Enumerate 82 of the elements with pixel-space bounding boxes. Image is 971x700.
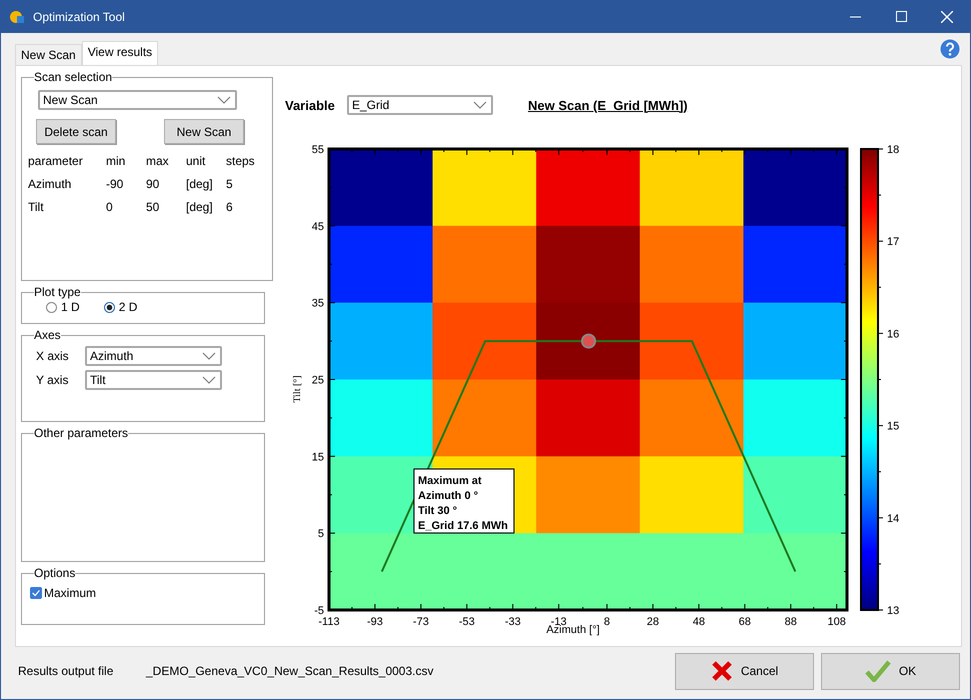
variable-label: Variable bbox=[285, 98, 336, 112]
radio-label: 1 D bbox=[61, 300, 80, 314]
scan-button[interactable]: Delete scan bbox=[36, 119, 116, 144]
output-file-name: _DEMO_Geneva_VC0_New_Scan_Results_0003.csv bbox=[146, 664, 434, 678]
x-axis-title: Azimuth [°] bbox=[546, 624, 600, 636]
colorbar-tick-label: 13 bbox=[887, 605, 900, 617]
y-tick-label: 45 bbox=[312, 220, 324, 233]
axis-dropdown[interactable]: Azimuth bbox=[85, 346, 222, 366]
y-tick-label: 25 bbox=[312, 374, 324, 386]
axis-dropdown[interactable]: Tilt bbox=[85, 370, 222, 390]
table-cell-text: [deg] bbox=[186, 177, 214, 191]
help-icon[interactable] bbox=[940, 39, 960, 59]
tab[interactable]: View results bbox=[82, 41, 158, 65]
group-title: Options bbox=[34, 566, 76, 580]
window-title: Optimization Tool bbox=[33, 10, 125, 24]
group-title: Other parameters bbox=[34, 426, 128, 440]
column-header: unit bbox=[186, 154, 206, 168]
group-title: Scan selection bbox=[34, 70, 112, 84]
y-tick-label: 15 bbox=[312, 451, 324, 464]
table-cell-text: 90 bbox=[146, 177, 160, 191]
table-cell-text: 6 bbox=[226, 200, 234, 214]
tab[interactable]: New Scan bbox=[15, 44, 82, 65]
radio-button[interactable] bbox=[104, 302, 115, 312]
table-cell-text: 5 bbox=[226, 177, 234, 191]
table-cell-text: [deg] bbox=[186, 200, 214, 214]
app-logo-icon bbox=[9, 8, 25, 24]
table-cell-text: Tilt bbox=[28, 200, 45, 214]
field-label: Y axis bbox=[36, 373, 70, 387]
checkbox[interactable] bbox=[30, 587, 42, 599]
x-tick-label: 8 bbox=[604, 616, 610, 628]
x-tick-label: 108 bbox=[827, 616, 846, 628]
x-tick-label: -113 bbox=[318, 616, 340, 628]
colorbar-tick-label: 14 bbox=[887, 512, 900, 525]
group-title: Plot type bbox=[34, 285, 81, 299]
table-cell-text: Azimuth bbox=[28, 177, 72, 191]
column-header: max bbox=[146, 154, 170, 168]
radio-button[interactable] bbox=[46, 302, 57, 312]
chevron-down-icon bbox=[217, 96, 231, 104]
radio-option[interactable]: 2 D bbox=[104, 300, 138, 314]
y-tick-label: 35 bbox=[312, 298, 324, 310]
radio-label: 2 D bbox=[118, 300, 138, 314]
y-tick-label: -5 bbox=[314, 605, 324, 617]
output-file-label: Results output file bbox=[18, 664, 114, 678]
x-tick-label: 88 bbox=[784, 616, 797, 628]
y-axis-title: Tilt [°] bbox=[292, 375, 303, 403]
x-tick-label: 48 bbox=[692, 616, 705, 628]
x-tick-label: 68 bbox=[738, 616, 751, 628]
variable-dropdown[interactable]: E_Grid bbox=[347, 95, 493, 115]
y-tick-label: 55 bbox=[312, 144, 324, 156]
colorbar-tick-label: 17 bbox=[887, 236, 900, 248]
ok-button[interactable]: OK bbox=[821, 652, 960, 690]
table-cell-text: 0 bbox=[106, 200, 114, 214]
scan-dropdown[interactable]: New Scan bbox=[38, 90, 237, 110]
x-tick-label: -93 bbox=[367, 616, 383, 628]
scan-button[interactable]: New Scan bbox=[164, 119, 244, 144]
column-header: min bbox=[106, 154, 126, 168]
radio-option[interactable]: 1 D bbox=[46, 300, 80, 314]
x-tick-label: -33 bbox=[504, 616, 521, 628]
cancel-button[interactable]: Cancel bbox=[675, 652, 814, 690]
plot-title: New Scan (E_Grid [MWh]) bbox=[528, 98, 688, 112]
chevron-down-icon bbox=[202, 376, 216, 384]
column-header: steps bbox=[226, 154, 256, 168]
table-cell-text: 50 bbox=[146, 200, 160, 214]
group-title: Axes bbox=[34, 328, 61, 342]
cross-icon bbox=[710, 660, 733, 682]
colorbar-tick-label: 16 bbox=[887, 328, 900, 340]
chevron-down-icon bbox=[473, 101, 487, 109]
x-tick-label: -73 bbox=[412, 616, 429, 628]
close-icon bbox=[941, 10, 953, 22]
colorbar-tick-label: 15 bbox=[887, 420, 900, 433]
column-header: parameter bbox=[28, 154, 84, 168]
x-tick-label: 28 bbox=[646, 616, 660, 628]
y-tick-label: 5 bbox=[318, 528, 324, 540]
field-label: X axis bbox=[36, 349, 70, 363]
x-tick-label: -53 bbox=[458, 616, 475, 628]
table-cell-text: -90 bbox=[106, 177, 124, 191]
chevron-down-icon bbox=[202, 352, 216, 360]
maximize-icon bbox=[896, 11, 906, 22]
checkbox-label: Maximum bbox=[44, 586, 96, 600]
checkmark-icon bbox=[864, 660, 891, 682]
colorbar-tick-label: 18 bbox=[887, 144, 900, 156]
maximum-tooltip: Maximum at Azimuth 0 ° Tilt 30 ° E_Grid 17.6 MWh bbox=[414, 468, 514, 534]
